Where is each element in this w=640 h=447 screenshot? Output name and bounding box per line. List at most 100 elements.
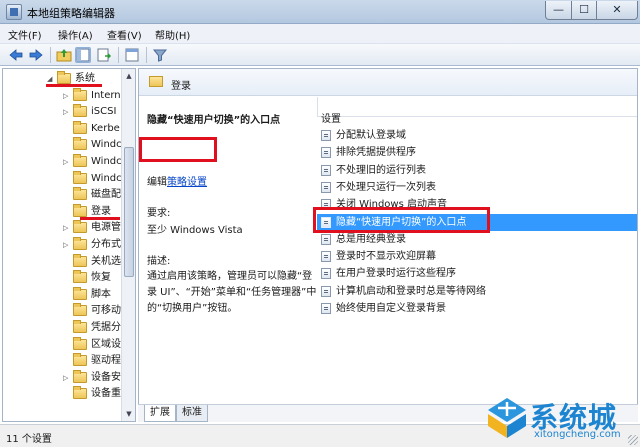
tree-item-label: Windc <box>91 172 122 184</box>
scroll-down-icon[interactable]: ▼ <box>124 409 134 419</box>
folder-icon <box>73 187 87 201</box>
tree-item[interactable]: ▷ 分布式 <box>63 237 121 253</box>
setting-row[interactable]: 始终使用自定义登录背景 <box>317 300 637 317</box>
menu-view[interactable]: 查看(V) <box>107 27 142 42</box>
tree-item-label: Windc <box>91 156 122 167</box>
tree-item[interactable]: Windc <box>63 137 122 153</box>
tree-item-label: Intern <box>91 89 121 101</box>
setting-label: 在用户登录时运行这些程序 <box>336 268 456 280</box>
tree-item[interactable]: 区域设 <box>63 336 121 353</box>
tab-expanded[interactable]: 扩展 <box>144 405 176 422</box>
tree-item[interactable]: 关机选 <box>63 253 121 270</box>
tree-item[interactable]: ▷ iSCSI <box>63 104 116 120</box>
setting-row[interactable]: 不处理旧的运行列表 <box>317 162 637 179</box>
folder-icon <box>73 120 87 134</box>
edit-policy-link[interactable]: 策略设置 <box>167 177 207 188</box>
tree-item-label: 区域设 <box>91 338 121 350</box>
watermark: 系统城 xitongcheng.com <box>486 396 636 442</box>
setting-label: 排除凭据提供程序 <box>336 147 416 159</box>
tree-item-label: 关机选 <box>91 255 121 267</box>
setting-label: 始终使用自定义登录背景 <box>336 303 446 314</box>
tree-item[interactable]: ▷ 电源管 <box>63 220 121 236</box>
tree-item[interactable]: 可移动 <box>63 303 121 319</box>
filter-icon[interactable] <box>152 47 168 63</box>
expand-arrow-icon[interactable]: ▷ <box>63 220 72 236</box>
policy-setting-icon <box>321 251 331 263</box>
menu-help[interactable]: 帮助(H) <box>155 27 190 42</box>
back-icon[interactable] <box>8 47 24 63</box>
folder-icon <box>73 353 87 367</box>
help-pane-icon[interactable] <box>124 47 140 63</box>
folder-icon <box>73 303 87 317</box>
minimize-button[interactable]: — <box>545 1 572 20</box>
tree-item[interactable]: 磁盘配 <box>63 187 121 203</box>
window-title: 本地组策略编辑器 <box>27 7 115 20</box>
close-button[interactable]: ✕ <box>596 1 638 20</box>
toolbar-separator <box>146 47 147 63</box>
tree-item[interactable]: 凭据分 <box>63 320 121 336</box>
folder-icon <box>73 270 87 284</box>
folder-icon <box>57 71 71 84</box>
folder-icon <box>73 220 87 234</box>
policy-setting-icon <box>321 181 331 193</box>
tree-item[interactable]: ▷ Windc <box>63 154 122 170</box>
setting-row[interactable]: 不处理只运行一次列表 <box>317 179 637 196</box>
settings-header-label: 设置 <box>321 114 341 125</box>
expand-arrow-icon[interactable]: ▷ <box>63 88 72 104</box>
tree-item-label: Kerbe <box>91 122 120 134</box>
description-label: 描述: <box>147 256 171 267</box>
policy-setting-icon <box>321 147 331 159</box>
setting-row[interactable]: 排除凭据提供程序 <box>317 144 637 161</box>
setting-row[interactable]: 计算机启动和登录时总是等待网络 <box>317 283 637 300</box>
expand-arrow-icon[interactable]: ▷ <box>63 154 72 170</box>
content-header: 登录 <box>139 69 637 96</box>
folder-icon <box>73 154 87 167</box>
expand-arrow-icon[interactable]: ▷ <box>63 370 72 386</box>
annotation-box-edit-policy <box>139 137 217 162</box>
tree-scrollbar[interactable]: ▲ ▼ <box>121 69 135 421</box>
watermark-logo-icon <box>488 398 526 438</box>
tab-standard[interactable]: 标准 <box>176 405 208 422</box>
menu-file[interactable]: 文件(F) <box>8 27 42 42</box>
expand-arrow-icon[interactable]: ▷ <box>63 237 72 253</box>
toolbar <box>0 44 640 66</box>
menu-action[interactable]: 操作(A) <box>58 27 93 42</box>
scroll-up-icon[interactable]: ▲ <box>124 71 134 81</box>
tree-item-label: 登录 <box>91 205 111 217</box>
folder-icon <box>73 286 87 300</box>
tree-scroll-thumb[interactable] <box>124 147 134 277</box>
forward-icon[interactable] <box>28 47 44 63</box>
tree-item-label: 凭据分 <box>91 322 121 333</box>
folder-icon <box>73 237 87 250</box>
content-pane: 登录 隐藏“快速用户切换”的入口点 编辑策略设置 要求: 至少 Windows … <box>138 68 638 422</box>
tree-item-label: 设备重 <box>91 388 121 400</box>
tree-item[interactable]: ▷ 设备安 <box>63 369 121 386</box>
export-list-icon[interactable] <box>96 47 112 63</box>
tree-item-label: 设备安 <box>91 371 121 383</box>
show-tree-icon[interactable] <box>75 47 91 63</box>
tree-item-label: 脚本 <box>91 288 111 300</box>
setting-row[interactable]: 在用户登录时运行这些程序 <box>317 265 637 282</box>
expand-arrow-icon[interactable]: ▷ <box>63 104 72 120</box>
up-folder-icon[interactable] <box>56 47 72 63</box>
tree-item[interactable]: 恢复 <box>63 270 111 286</box>
tree-item-label: 磁盘配 <box>91 189 121 201</box>
tree-item[interactable]: 脚本 <box>63 286 111 303</box>
annotation-box-selected-setting <box>313 207 490 233</box>
tree-item[interactable]: ▷ Intern <box>63 87 121 104</box>
tree-item-label: iSCSI <box>91 106 117 118</box>
folder-icon <box>73 104 87 118</box>
tree-item[interactable]: Kerbe <box>63 120 120 137</box>
settings-list: 设置 分配默认登录域 排除凭据提供程序 不处理旧的运行列表 不处理只运行一次列表 关闭 … <box>317 97 637 399</box>
setting-row[interactable]: 登录时不显示欢迎屏幕 <box>317 248 637 265</box>
tree-item[interactable]: Windc <box>63 170 122 187</box>
settings-column-header[interactable]: 设置 <box>317 97 637 125</box>
setting-label: 不处理只运行一次列表 <box>336 181 436 193</box>
setting-row[interactable]: 分配默认登录域 <box>317 127 637 144</box>
content-header-title: 登录 <box>171 81 191 92</box>
tree-item[interactable]: 驱动程 <box>63 353 121 369</box>
column-separator <box>317 97 318 117</box>
maximize-button[interactable]: ☐ <box>571 1 597 20</box>
setting-row[interactable]: 总是用经典登录 <box>317 231 637 248</box>
tree-item[interactable]: 设备重 <box>63 386 121 402</box>
